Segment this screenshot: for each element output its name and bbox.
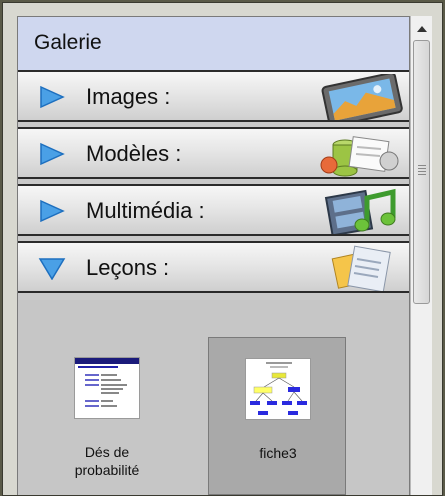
gallery-title: Galerie bbox=[34, 31, 102, 54]
collapse-arrow-icon[interactable] bbox=[38, 256, 66, 280]
section-images-label: Images : bbox=[86, 84, 171, 109]
multimedia-icon bbox=[324, 188, 396, 234]
lesson-label-line1: Dés de bbox=[84, 444, 130, 460]
section-templates-label: Modèles : bbox=[86, 141, 182, 166]
gallery-header: Galerie bbox=[18, 17, 409, 71]
lesson-thumbnail bbox=[74, 357, 140, 419]
grip-icon bbox=[418, 165, 426, 177]
lesson-item[interactable]: Dés de probabilité bbox=[38, 337, 176, 495]
lesson-thumbnail bbox=[245, 358, 311, 420]
lesson-item[interactable]: fiche3 bbox=[208, 337, 346, 495]
section-images[interactable]: Images : bbox=[18, 70, 409, 122]
vertical-scrollbar[interactable] bbox=[410, 16, 432, 495]
section-templates[interactable]: Modèles : bbox=[18, 127, 409, 179]
lessons-content: Dés de probabilité fiche3 bbox=[18, 300, 409, 495]
section-lessons[interactable]: Leçons : bbox=[18, 241, 409, 293]
section-lessons-label: Leçons : bbox=[86, 255, 170, 280]
section-multimedia[interactable]: Multimédia : bbox=[18, 184, 409, 236]
image-icon bbox=[321, 74, 403, 120]
lesson-label-line2: probabilité bbox=[74, 462, 140, 478]
expand-arrow-icon[interactable] bbox=[38, 199, 66, 223]
expand-arrow-icon[interactable] bbox=[38, 85, 66, 109]
gallery-window: Galerie Images : Modèles : Multimédia: … bbox=[2, 2, 443, 496]
section-multimedia-label: Multimédia : bbox=[86, 198, 205, 223]
lesson-label-line1: fiche3 bbox=[259, 445, 297, 461]
templates-icon bbox=[320, 136, 399, 177]
lessons-icon bbox=[331, 245, 391, 291]
scrollbar-thumb[interactable] bbox=[413, 40, 430, 304]
expand-arrow-icon[interactable] bbox=[38, 142, 66, 166]
gallery-panel: Galerie Images : Modèles : Multimédia: … bbox=[17, 16, 410, 495]
scroll-up-icon[interactable] bbox=[412, 17, 431, 39]
